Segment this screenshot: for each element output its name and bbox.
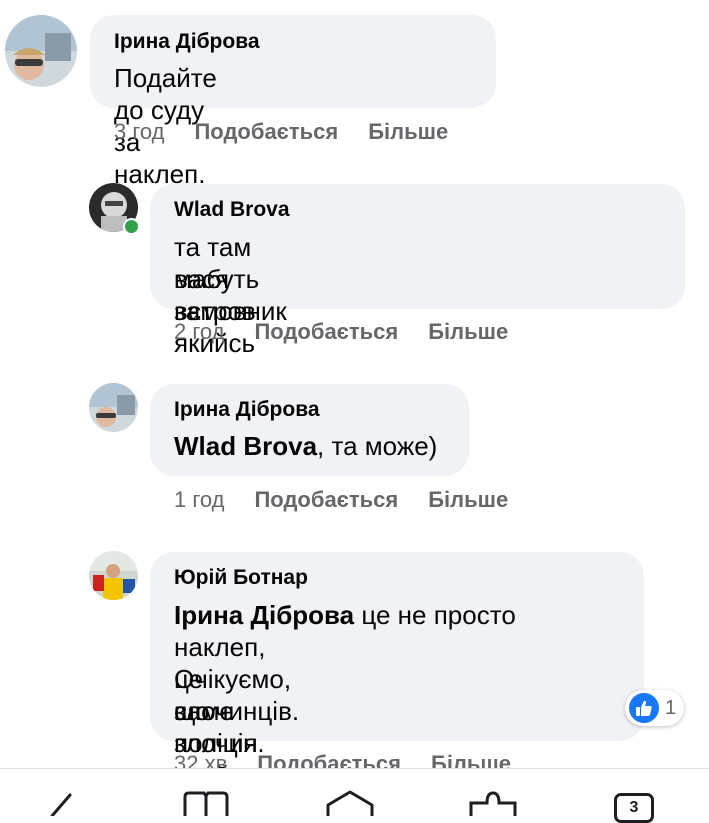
like-button[interactable]: Подобається bbox=[194, 119, 338, 144]
tabs-button[interactable]: 3 bbox=[614, 793, 654, 823]
home-icon[interactable] bbox=[325, 789, 375, 816]
more-button[interactable]: Більше bbox=[428, 487, 508, 512]
comment-time[interactable]: 1 год bbox=[174, 487, 224, 512]
comment-text-line: Ірина Діброва це не просто bbox=[174, 599, 516, 631]
mention-link[interactable]: Ірина Діброва bbox=[174, 600, 354, 630]
avatar-photo-icon bbox=[89, 551, 138, 600]
comment-author[interactable]: Ірина Діброва bbox=[174, 398, 320, 422]
comment-author[interactable]: Ірина Діброва bbox=[114, 30, 260, 54]
comment-text-rest: це не просто bbox=[354, 600, 516, 630]
comment-meta: 3 год Подобається Більше bbox=[114, 119, 448, 145]
comment-time[interactable]: 2 год bbox=[174, 319, 224, 344]
tabs-count: 3 bbox=[629, 799, 639, 816]
comment-author[interactable]: Юрій Ботнар bbox=[174, 566, 308, 590]
comment-text-line: злочинців. bbox=[174, 696, 300, 726]
back-arrow-icon[interactable] bbox=[40, 789, 80, 816]
avatar[interactable] bbox=[5, 15, 77, 87]
reaction-count: 1 bbox=[665, 696, 677, 719]
comment-time[interactable]: 3 год bbox=[114, 119, 164, 144]
avatar[interactable] bbox=[89, 383, 138, 432]
reaction-summary[interactable]: 1 bbox=[625, 690, 685, 726]
thumbs-up-icon bbox=[629, 693, 659, 723]
like-button[interactable]: Подобається bbox=[254, 319, 398, 344]
avatar-photo-icon bbox=[5, 15, 77, 87]
more-button[interactable]: Більше bbox=[368, 119, 448, 144]
comment-text: Wlad Brova, та може) bbox=[174, 430, 437, 462]
online-status-icon bbox=[123, 218, 140, 235]
avatar[interactable] bbox=[89, 551, 138, 600]
more-button[interactable]: Більше bbox=[428, 319, 508, 344]
comment-meta: 1 год Подобається Більше bbox=[174, 487, 508, 513]
book-icon[interactable] bbox=[182, 789, 230, 816]
comment-text-rest: , та може) bbox=[317, 431, 438, 461]
comment-meta: 2 год Подобається Більше bbox=[174, 319, 508, 345]
avatar-photo-icon bbox=[89, 383, 138, 432]
comment-text-line: вася вєтров bbox=[174, 264, 256, 326]
mention-link[interactable]: Wlad Brova bbox=[174, 431, 317, 461]
bottom-navigation-bar: 3 bbox=[0, 768, 709, 823]
like-button[interactable]: Подобається bbox=[254, 487, 398, 512]
puzzle-icon[interactable] bbox=[468, 789, 518, 816]
comment-author[interactable]: Wlad Brova bbox=[174, 198, 290, 222]
